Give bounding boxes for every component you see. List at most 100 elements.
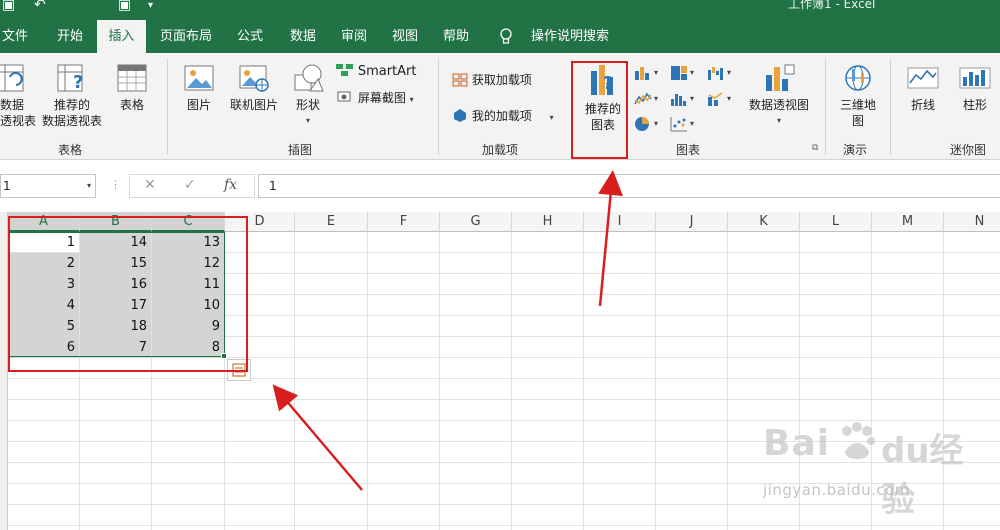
pie-chart-icon[interactable]	[634, 116, 652, 132]
gridline-vertical	[583, 232, 584, 530]
column-header-g[interactable]: G	[440, 212, 512, 232]
shapes-button[interactable]: 形状 ▾	[289, 63, 327, 129]
column-header-m[interactable]: M	[872, 212, 944, 232]
dropdown-arrow-icon: ▾	[654, 94, 659, 103]
column-header-k[interactable]: K	[728, 212, 800, 232]
smartart-button[interactable]: SmartArt	[336, 63, 417, 79]
gridline-vertical	[294, 232, 295, 530]
column-header-f[interactable]: F	[368, 212, 440, 232]
row-headers	[0, 212, 8, 530]
title-bar: ▣ ↶ ▣ ▾ 工作簿1 - Excel	[0, 0, 1000, 20]
get-addins-button[interactable]: 获取加载项	[452, 71, 532, 88]
group-separator	[890, 59, 891, 155]
dropdown-arrow-icon: ▾	[654, 119, 659, 128]
dropdown-arrow-icon: ▾	[690, 68, 695, 77]
screenshot-button[interactable]: 屏幕截图 ▾	[336, 89, 414, 106]
addin-puzzle-icon	[454, 109, 466, 122]
tab-file[interactable]: 文件	[0, 20, 30, 53]
tab-review[interactable]: 审阅	[334, 20, 374, 53]
screenshot-icon	[337, 91, 351, 102]
watermark-logo-text: Bai	[763, 423, 831, 464]
customize-qat-icon[interactable]: ▾	[148, 0, 153, 11]
gridline-vertical	[511, 232, 512, 530]
column-header-h[interactable]: H	[512, 212, 584, 232]
cancel-icon[interactable]: ✕	[144, 177, 156, 193]
gridline-vertical	[655, 232, 656, 530]
group-label-tours: 演示	[843, 143, 868, 157]
line-chart-icon[interactable]	[634, 91, 652, 107]
group-label-addins: 加载项	[482, 143, 519, 157]
dialog-launcher-icon[interactable]: ⧉	[812, 143, 818, 153]
more-options-icon: ⋮	[110, 178, 121, 191]
pivot-table-button[interactable]: 数据 透视表	[0, 63, 36, 129]
column-chart-icon[interactable]	[634, 65, 652, 81]
column-header-e[interactable]: E	[295, 212, 368, 232]
hierarchy-chart-icon[interactable]	[670, 65, 688, 81]
touch-mode-icon[interactable]: ▣	[118, 0, 131, 13]
waterfall-chart-icon[interactable]	[707, 65, 725, 81]
gridline-horizontal	[8, 378, 1000, 379]
formula-input[interactable]: 1	[258, 174, 1000, 198]
sparkline-column-icon	[959, 67, 991, 89]
online-pictures-button[interactable]: 联机图片	[225, 63, 283, 113]
dropdown-arrow-icon: ▾	[690, 119, 695, 128]
table-icon	[117, 64, 147, 92]
tab-insert[interactable]: 插入	[97, 20, 146, 53]
tab-help[interactable]: 帮助	[436, 20, 476, 53]
gridline-vertical	[727, 232, 728, 530]
dropdown-arrow-icon: ▾	[86, 181, 91, 190]
dropdown-arrow-icon: ▾	[690, 94, 695, 103]
globe-icon	[845, 65, 871, 91]
group-separator	[825, 59, 826, 155]
3d-map-button[interactable]: 三维地 图	[834, 63, 882, 129]
sparkline-line-button[interactable]: 折线	[903, 63, 943, 113]
tab-home[interactable]: 开始	[50, 20, 90, 53]
tell-me-search[interactable]: 操作说明搜索	[528, 20, 612, 53]
column-header-l[interactable]: L	[800, 212, 872, 232]
picture-icon	[184, 65, 214, 91]
group-label-illustrations: 插图	[288, 143, 313, 157]
pivot-chart-button[interactable]: 数据透视图 ▾	[742, 63, 816, 129]
tab-view[interactable]: 视图	[385, 20, 425, 53]
my-addins-button[interactable]: 我的加载项 ▾	[452, 107, 554, 124]
sparkline-column-button[interactable]: 柱形	[955, 63, 995, 113]
insert-function-icon[interactable]: fx	[224, 177, 237, 193]
group-separator	[167, 59, 168, 155]
online-picture-icon	[239, 65, 269, 92]
watermark-logo-text: du经验	[881, 431, 964, 520]
pivot-table-icon	[0, 64, 24, 92]
table-button[interactable]: 表格	[113, 63, 151, 113]
scatter-chart-icon[interactable]	[670, 116, 688, 132]
recommended-pivot-icon: ?	[57, 64, 83, 93]
gridline-vertical	[439, 232, 440, 530]
column-header-j[interactable]: J	[656, 212, 728, 232]
statistic-chart-icon[interactable]	[670, 91, 688, 107]
smartart-icon	[336, 64, 353, 76]
pictures-button[interactable]: 图片	[181, 63, 217, 113]
enter-icon[interactable]: ✓	[184, 177, 196, 193]
combo-chart-icon[interactable]	[707, 91, 725, 107]
name-box[interactable]: 1 ▾	[0, 174, 96, 198]
formula-bar: 1 ▾ ⋮ ✕ ✓ fx 1	[0, 160, 1000, 212]
paw-logo-icon	[842, 422, 875, 459]
undo-icon[interactable]: ↶	[34, 0, 46, 13]
highlight-data-range	[8, 216, 248, 372]
gridline-vertical	[367, 232, 368, 530]
group-separator	[438, 59, 439, 155]
recommended-pivot-button[interactable]: ? 推荐的 数据透视表	[37, 63, 107, 129]
save-icon[interactable]: ▣	[2, 0, 15, 13]
watermark-url: jingyan.baidu.com	[763, 481, 910, 499]
column-header-i[interactable]: I	[584, 212, 656, 232]
group-label-sparklines: 迷你图	[950, 143, 987, 157]
column-header-n[interactable]: N	[944, 212, 1000, 232]
svg-text:?: ?	[73, 72, 83, 93]
pivot-chart-icon	[766, 64, 795, 91]
tab-data[interactable]: 数据	[283, 20, 323, 53]
tab-formulas[interactable]: 公式	[230, 20, 270, 53]
tab-page-layout[interactable]: 页面布局	[154, 20, 218, 53]
dropdown-arrow-icon: ▾	[549, 113, 554, 122]
dropdown-arrow-icon: ▾	[727, 94, 732, 103]
baidu-jingyan-watermark: Bai du经验 jingyan.baidu.com	[763, 415, 988, 520]
formula-buttons: ✕ ✓ fx	[129, 174, 255, 198]
store-icon	[452, 73, 468, 87]
